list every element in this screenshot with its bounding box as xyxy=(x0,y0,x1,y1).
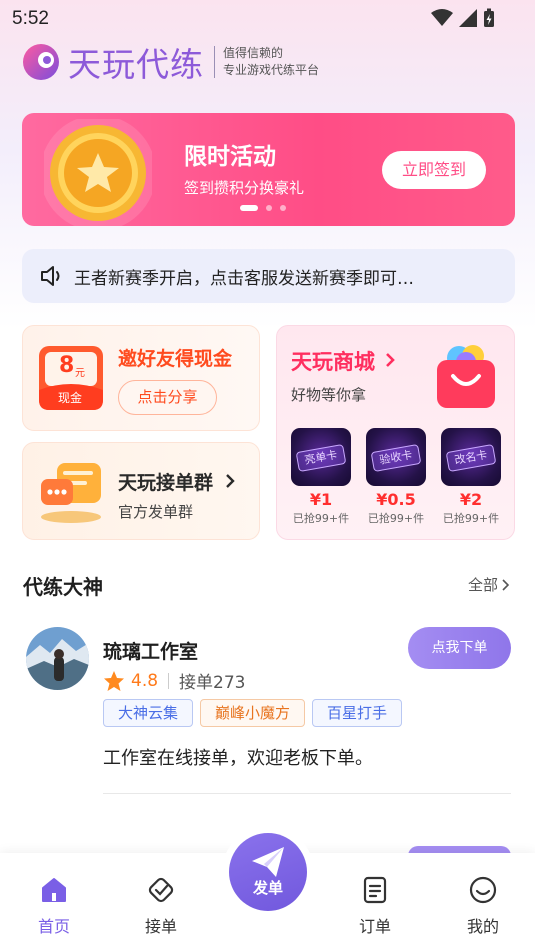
mall-title-text: 天玩商城 xyxy=(291,350,375,374)
product-price: ¥2 xyxy=(459,490,483,509)
paper-plane-icon xyxy=(252,847,284,877)
app-name: 天玩代练 xyxy=(68,45,204,84)
tab-label: 接单 xyxy=(144,917,177,936)
cash-unit: 元 xyxy=(75,368,85,379)
chat-bubble-icon xyxy=(41,463,101,523)
product-item[interactable]: 验收卡 ¥0.5 已抢99+件 xyxy=(365,428,427,526)
order-count: 接单273 xyxy=(179,673,246,693)
tab-mine[interactable]: 我的 xyxy=(453,875,513,937)
carousel-dot xyxy=(266,205,272,211)
carousel-indicator xyxy=(240,205,286,211)
wifi-icon xyxy=(431,9,453,26)
studio-tags: 大神云集 巅峰小魔方 百星打手 xyxy=(103,699,403,727)
tab-home[interactable]: 首页 xyxy=(24,875,84,937)
order-group-subtitle: 官方发单群 xyxy=(118,503,194,521)
rating-divider xyxy=(168,672,170,689)
carousel-dot xyxy=(240,205,258,211)
product-image: 亮单卡 xyxy=(291,428,351,486)
battery-icon xyxy=(484,8,494,27)
banner-subtitle: 签到攒积分换豪礼 xyxy=(184,179,305,197)
product-card-text: 验收卡 xyxy=(370,443,422,473)
scroll-icon xyxy=(363,876,387,904)
promo-banner[interactable]: 限时活动 签到攒积分换豪礼 立即签到 xyxy=(22,113,515,226)
mall-title[interactable]: 天玩商城 xyxy=(291,346,396,376)
studio-tag: 大神云集 xyxy=(103,699,194,727)
shopping-bag-icon xyxy=(437,345,495,408)
cash-label: 现金 xyxy=(58,391,83,405)
home-icon xyxy=(42,878,66,902)
product-card-text: 改名卡 xyxy=(445,443,497,473)
star-icon xyxy=(104,670,124,691)
mall-subtitle: 好物等你拿 xyxy=(291,386,367,404)
section-title: 代练大神 xyxy=(23,575,103,599)
announcement-text: 王者新赛季开启，点击客服发送新赛季即可… xyxy=(74,268,414,289)
order-group-title: 天玩接单群 xyxy=(118,468,236,495)
chevron-right-icon xyxy=(386,353,396,367)
check-diamond-icon xyxy=(148,877,174,903)
slogan-line-2: 专业游戏代练平台 xyxy=(223,63,320,77)
view-all-text: 全部 xyxy=(467,576,498,594)
studio-tag: 巅峰小魔方 xyxy=(200,699,306,727)
chevron-right-icon xyxy=(225,474,235,488)
tab-label: 我的 xyxy=(466,917,499,936)
product-item[interactable]: 亮单卡 ¥1 已抢99+件 xyxy=(290,428,352,526)
chevron-right-icon xyxy=(502,578,510,591)
studio-rating: 4.8 接单273 xyxy=(103,668,246,693)
avatar-image xyxy=(26,627,89,690)
slogan-line-1: 值得信赖的 xyxy=(223,46,284,60)
avatar[interactable] xyxy=(26,627,89,690)
slogan: 值得信赖的 专业游戏代练平台 xyxy=(223,45,319,79)
studio-name: 琉璃工作室 xyxy=(103,641,199,663)
tab-label: 订单 xyxy=(358,917,391,936)
product-image: 验收卡 xyxy=(366,428,426,486)
tab-orders[interactable]: 订单 xyxy=(345,875,405,937)
publish-order-label: 发单 xyxy=(252,879,283,897)
studio-tag: 百星打手 xyxy=(312,699,403,727)
tab-take-order[interactable]: 接单 xyxy=(131,875,191,937)
logo-divider xyxy=(214,46,215,78)
publish-order-button[interactable]: 发单 xyxy=(229,833,307,911)
product-price: ¥1 xyxy=(309,490,333,509)
product-sold: 已抢99+件 xyxy=(442,512,500,525)
product-price: ¥0.5 xyxy=(376,490,416,509)
share-button[interactable]: 点击分享 xyxy=(118,380,217,415)
place-order-button[interactable]: 点我下单 xyxy=(408,627,511,669)
product-card-text: 亮单卡 xyxy=(295,443,347,473)
invite-title: 邀好友得现金 xyxy=(118,348,233,370)
speaker-icon xyxy=(41,266,60,286)
mall-card[interactable]: 天玩商城 好物等你拿 亮单卡 ¥1 已抢99+件 验收卡 ¥0.5 已抢99+件… xyxy=(276,325,515,540)
banner-title: 限时活动 xyxy=(184,144,276,170)
view-all-link[interactable]: 全部 xyxy=(468,574,510,595)
carousel-dot xyxy=(280,205,286,211)
list-divider xyxy=(103,793,511,794)
product-sold: 已抢99+件 xyxy=(292,512,350,525)
product-image: 改名卡 xyxy=(441,428,501,486)
rating-value: 4.8 xyxy=(131,670,159,691)
order-group-card[interactable]: 天玩接单群 官方发单群 xyxy=(22,442,260,540)
signal-icon xyxy=(459,9,477,27)
logo-mark-icon xyxy=(23,44,59,80)
status-time: 5:52 xyxy=(12,8,49,29)
tab-label: 首页 xyxy=(37,917,70,936)
product-sold: 已抢99+件 xyxy=(367,512,425,525)
sign-in-button[interactable]: 立即签到 xyxy=(382,151,486,189)
cash-amount: 8 xyxy=(59,353,75,378)
star-coin-icon xyxy=(44,119,152,226)
product-item[interactable]: 改名卡 ¥2 已抢99+件 xyxy=(440,428,502,526)
order-group-title-text: 天玩接单群 xyxy=(118,472,214,494)
status-icons xyxy=(431,8,495,28)
announcement-bar[interactable]: 王者新赛季开启，点击客服发送新赛季即可… xyxy=(22,249,515,303)
studio-description: 工作室在线接单，欢迎老板下单。 xyxy=(103,748,373,769)
app-logo: 天玩代练 值得信赖的 专业游戏代练平台 xyxy=(22,38,319,86)
smile-face-icon xyxy=(469,876,497,904)
invite-friends-card[interactable]: 8 元 现金 邀好友得现金 点击分享 xyxy=(22,325,260,431)
